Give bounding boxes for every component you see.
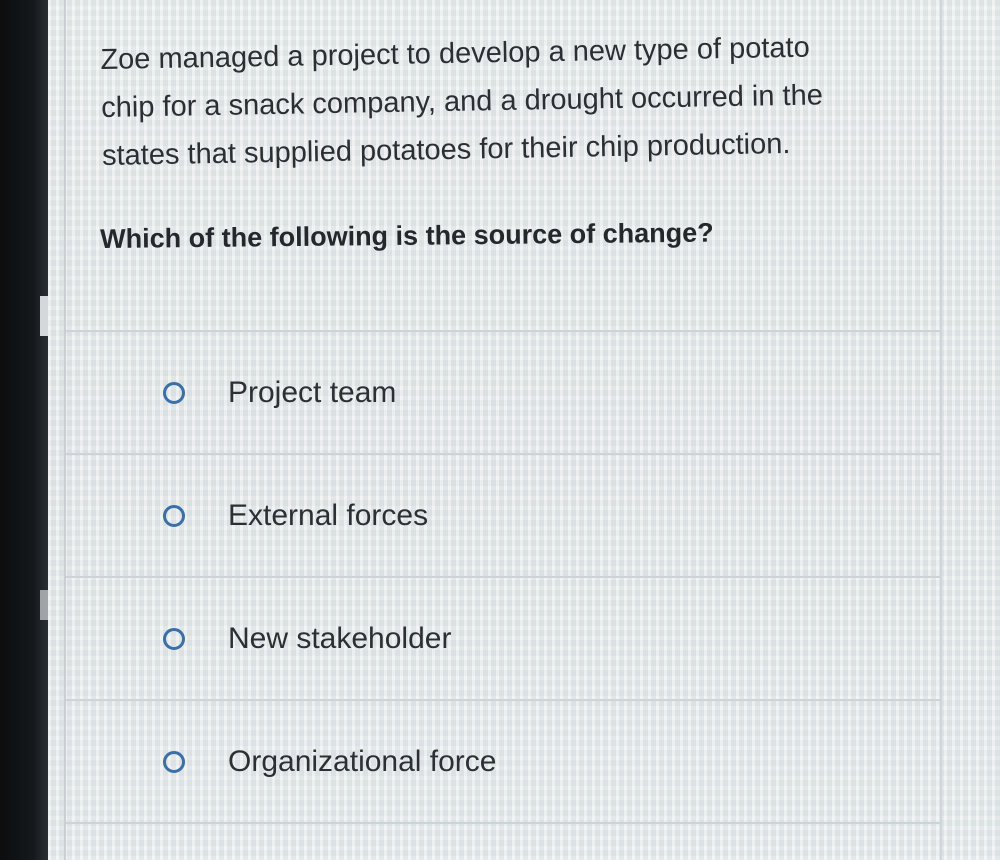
radio-unselected-icon[interactable] [163,504,185,527]
answer-option-organizational-force[interactable]: Organizational force [66,699,940,824]
answer-options: Project team External forces New stakeho… [66,330,940,824]
answer-option-project-team[interactable]: Project team [66,330,940,453]
option-label: External forces [228,498,429,532]
option-label: New stakeholder [228,621,452,655]
radio-unselected-icon[interactable] [163,381,185,404]
radio-unselected-icon[interactable] [163,750,185,773]
option-label: Project team [228,375,397,409]
answer-option-external-forces[interactable]: External forces [66,453,940,576]
option-label: Organizational force [228,744,497,778]
content-right-border [940,0,942,860]
radio-unselected-icon[interactable] [163,627,185,650]
answer-option-new-stakeholder[interactable]: New stakeholder [66,576,940,699]
question-text: Zoe managed a project to develop a new t… [100,22,902,180]
monitor-bezel [0,0,50,860]
